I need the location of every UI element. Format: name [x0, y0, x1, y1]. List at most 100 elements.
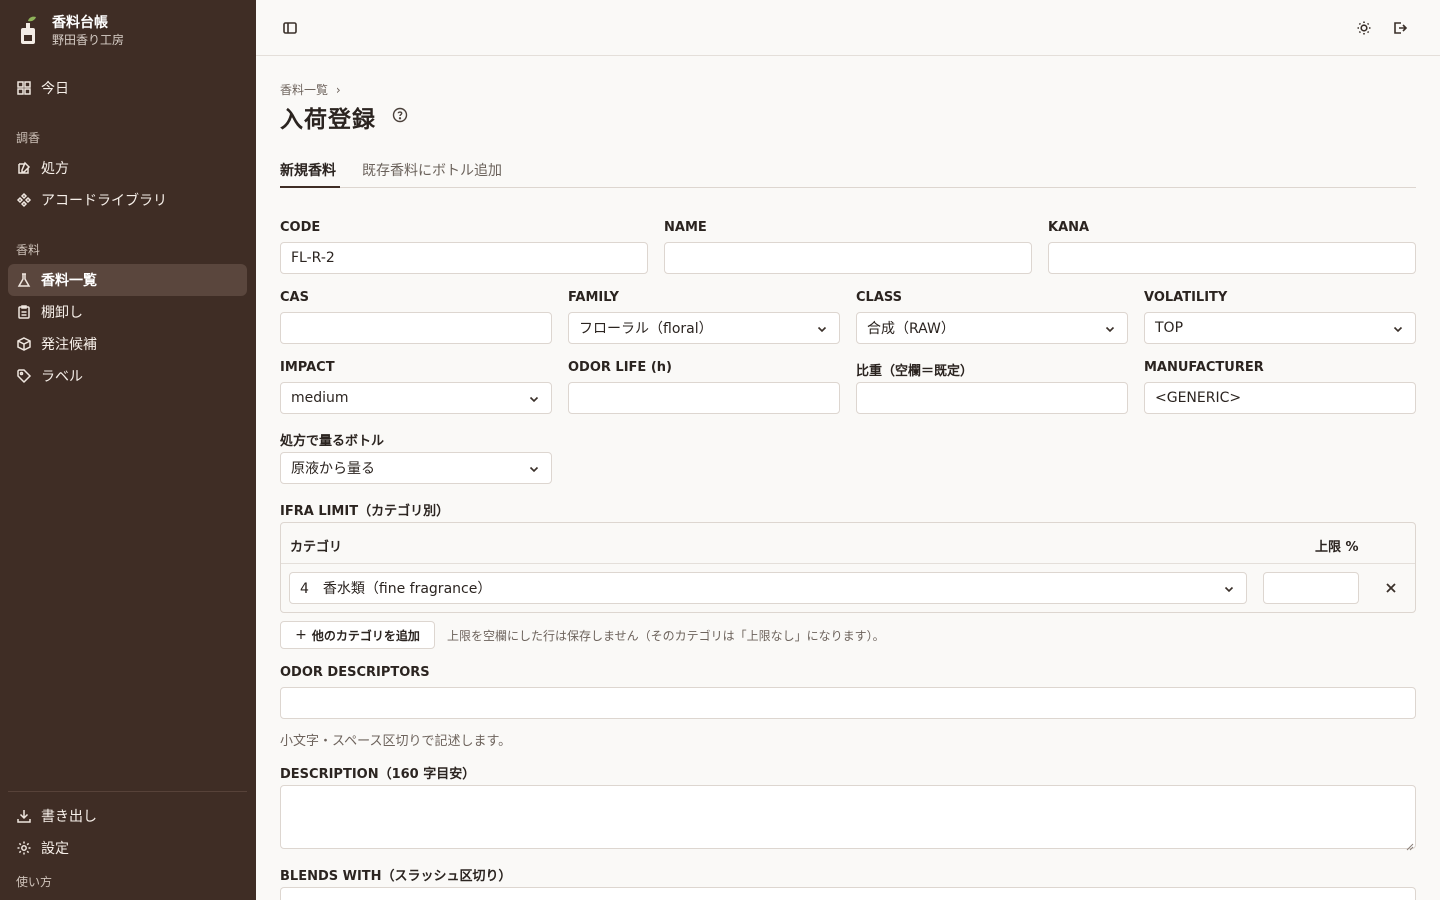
- name-label: NAME: [664, 220, 707, 235]
- help-icon[interactable]: [392, 107, 408, 123]
- kana-field[interactable]: [1048, 242, 1416, 274]
- bottle-label: 処方で量るボトル: [280, 434, 385, 449]
- bottle-select-value: 原液から量る: [291, 461, 375, 477]
- bottle-select[interactable]: 原液から量る: [280, 452, 552, 484]
- chevron-down-icon: [816, 323, 828, 335]
- code-label: CODE: [280, 220, 321, 235]
- odor-descriptors-label: ODOR DESCRIPTORS: [280, 665, 430, 680]
- package-icon: [17, 337, 31, 351]
- brand-title: 香料台帳: [52, 15, 108, 31]
- diamond-cluster-icon: [16, 192, 32, 208]
- sidebar-item-howto[interactable]: 使い方: [16, 873, 52, 890]
- ifra-remove-row-button[interactable]: [1379, 576, 1403, 600]
- topbar: [256, 0, 1440, 56]
- nav-section-koryo: 香料: [16, 243, 41, 257]
- tab-bar: 新規香料 既存香料にボトル追加: [280, 156, 1416, 188]
- brand[interactable]: 香料台帳 野田香り工房: [16, 14, 124, 48]
- manufacturer-field[interactable]: <GENERIC>: [1144, 382, 1416, 414]
- resize-handle-icon[interactable]: [1406, 839, 1414, 851]
- chevron-down-icon: [1223, 583, 1235, 595]
- panel-left-icon: [283, 22, 297, 34]
- nav-section-chouko: 調香: [16, 131, 41, 145]
- grid-icon: [17, 81, 31, 95]
- cas-field[interactable]: [280, 312, 552, 344]
- ifra-category-value: 4 香水類（fine fragrance）: [300, 581, 492, 597]
- blends-with-label: BLENDS WITH（スラッシュ区切り）: [280, 869, 512, 884]
- code-field[interactable]: FL-R-2: [280, 242, 648, 274]
- plus-icon: +: [295, 627, 307, 643]
- theme-toggle-button[interactable]: [1352, 16, 1376, 40]
- cas-label: CAS: [280, 290, 309, 305]
- add-category-button[interactable]: + 他のカテゴリを追加: [280, 621, 435, 649]
- clipboard-icon: [18, 305, 30, 319]
- specific-gravity-field[interactable]: [856, 382, 1128, 414]
- chevron-down-icon: [1104, 323, 1116, 335]
- impact-select[interactable]: medium: [280, 382, 552, 414]
- tab-new-material[interactable]: 新規香料: [280, 160, 340, 188]
- manufacturer-label: MANUFACTURER: [1144, 360, 1264, 375]
- ifra-hint: 上限を空欄にした行は保存しません（そのカテゴリは「上限なし」になります）。: [447, 629, 885, 643]
- family-label: FAMILY: [568, 290, 619, 305]
- odor-life-label: ODOR LIFE (h): [568, 360, 672, 375]
- volatility-select-value: TOP: [1155, 320, 1184, 336]
- impact-label: IMPACT: [280, 360, 335, 375]
- ifra-limit-field[interactable]: [1263, 572, 1359, 604]
- close-icon: [1386, 583, 1396, 593]
- volatility-label: VOLATILITY: [1144, 290, 1228, 305]
- chevron-down-icon: [1392, 323, 1404, 335]
- sidebar-item-label: 香料一覧: [41, 273, 97, 289]
- edit-icon: [18, 161, 31, 174]
- ifra-label: IFRA LIMIT（カテゴリ別）: [280, 504, 450, 519]
- impact-select-value: medium: [291, 390, 349, 406]
- sidebar-item-labels[interactable]: ラベル: [8, 360, 247, 392]
- ifra-col-limit: 上限 %: [1315, 540, 1359, 555]
- odor-descriptors-field[interactable]: [280, 687, 1416, 719]
- class-select-value: 合成（RAW）: [867, 321, 955, 337]
- sidebar-item-formula[interactable]: 処方: [8, 152, 247, 184]
- odor-descriptors-hint: 小文字・スペース区切りで記述します。: [280, 734, 512, 749]
- logout-button[interactable]: [1388, 16, 1412, 40]
- chevron-down-icon: [528, 393, 540, 405]
- name-field[interactable]: [664, 242, 1032, 274]
- logout-icon: [1394, 22, 1408, 34]
- brand-subtitle: 野田香り工房: [52, 33, 125, 47]
- specific-gravity-label: 比重（空欄＝既定）: [856, 364, 974, 379]
- tag-icon: [17, 369, 32, 384]
- sidebar-item-label: 設定: [41, 841, 69, 857]
- volatility-select[interactable]: TOP: [1144, 312, 1416, 344]
- bottle-logo-icon: [16, 15, 40, 47]
- description-textarea[interactable]: [280, 785, 1416, 849]
- sidebar-item-settings[interactable]: 設定: [8, 832, 247, 864]
- sidebar-item-stocktake[interactable]: 棚卸し: [8, 296, 247, 328]
- ifra-table-header: カテゴリ 上限 %: [281, 523, 1415, 564]
- ifra-table: カテゴリ 上限 % 4 香水類（fine fragrance）: [280, 522, 1416, 613]
- class-select[interactable]: 合成（RAW）: [856, 312, 1128, 344]
- sidebar: 香料台帳 野田香り工房 今日 調香 処方 アコードライブラリ 香料 香料一覧 棚…: [0, 0, 256, 900]
- class-label: CLASS: [856, 290, 903, 305]
- sidebar-item-label: 棚卸し: [41, 305, 83, 321]
- sidebar-item-export[interactable]: 書き出し: [8, 800, 247, 832]
- kana-label: KANA: [1048, 220, 1090, 235]
- odor-life-field[interactable]: [568, 382, 840, 414]
- blends-with-field[interactable]: [280, 887, 1416, 900]
- sidebar-item-label: 処方: [41, 161, 69, 177]
- sidebar-item-accord-library[interactable]: アコードライブラリ: [8, 184, 247, 216]
- family-select-value: フローラル（floral）: [579, 321, 713, 337]
- tab-add-bottle[interactable]: 既存香料にボトル追加: [362, 160, 502, 188]
- breadcrumb-separator: ›: [335, 83, 341, 97]
- sidebar-toggle-button[interactable]: [278, 16, 302, 40]
- sidebar-divider: [8, 791, 247, 792]
- ifra-col-category: カテゴリ: [290, 540, 343, 555]
- sidebar-item-label: 発注候補: [41, 337, 97, 353]
- family-select[interactable]: フローラル（floral）: [568, 312, 840, 344]
- sidebar-item-today[interactable]: 今日: [8, 72, 247, 104]
- sidebar-item-material-list[interactable]: 香料一覧: [8, 264, 247, 296]
- breadcrumb: 香料一覧 ›: [280, 81, 341, 98]
- sidebar-item-label: 今日: [41, 81, 69, 97]
- ifra-category-select[interactable]: 4 香水類（fine fragrance）: [289, 572, 1247, 604]
- flask-icon: [17, 273, 31, 287]
- sidebar-item-order-candidates[interactable]: 発注候補: [8, 328, 247, 360]
- description-label: DESCRIPTION（160 字目安）: [280, 767, 476, 782]
- page-title: 入荷登録: [280, 107, 376, 133]
- breadcrumb-parent-link[interactable]: 香料一覧: [280, 83, 328, 97]
